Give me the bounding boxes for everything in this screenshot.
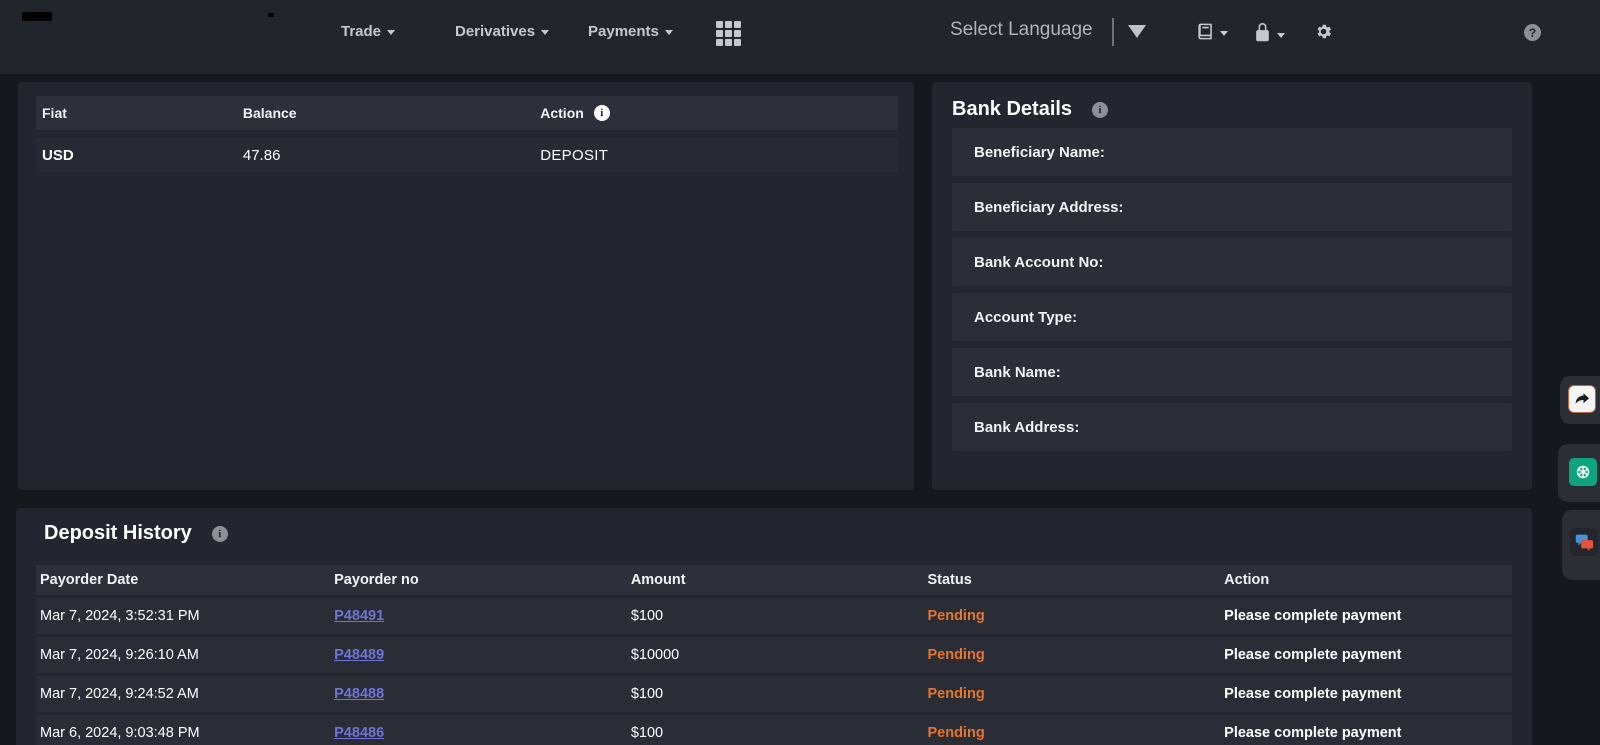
language-dropdown-icon[interactable] — [1128, 25, 1146, 38]
fiat-table-header: Fiat Balance Action i — [36, 96, 898, 130]
table-row: Mar 7, 2024, 3:52:31 PM P48491 $100 Pend… — [36, 598, 1512, 634]
amount: $10000 — [631, 647, 928, 663]
security-lock-icon[interactable] — [1253, 22, 1285, 43]
beneficiary-address-field: Beneficiary Address: — [952, 183, 1512, 231]
bank-details-info-icon[interactable]: i — [1092, 102, 1108, 118]
payorder-date: Mar 7, 2024, 3:52:31 PM — [36, 608, 334, 624]
nav-derivatives-menu[interactable]: Derivatives — [455, 23, 549, 40]
chevron-down-icon — [387, 30, 395, 35]
action-info-icon[interactable]: i — [594, 105, 610, 121]
deposit-history-panel: Deposit History i Payorder Date Payorder… — [16, 508, 1532, 745]
fiat-col-header: Fiat — [36, 105, 243, 121]
beneficiary-name-field: Beneficiary Name: — [952, 128, 1512, 176]
status-badge: Pending — [927, 686, 1224, 702]
payorder-date-col-header: Payorder Date — [36, 572, 334, 588]
action-text: Please complete payment — [1224, 647, 1512, 663]
chatgpt-icon[interactable] — [1569, 458, 1597, 486]
action-col-header: Action — [1224, 572, 1512, 588]
payorder-link[interactable]: P48488 — [334, 686, 384, 702]
payorder-date: Mar 6, 2024, 9:03:48 PM — [36, 725, 334, 741]
nav-trade-menu[interactable]: Trade — [341, 23, 395, 40]
fiat-balance-panel: Fiat Balance Action i USD 47.86 DEPOSIT — [18, 82, 914, 490]
nav-trade-label: Trade — [341, 23, 381, 40]
fiat-balance: 47.86 — [243, 147, 540, 164]
nav-payments-label: Payments — [588, 23, 659, 40]
payorder-link[interactable]: P48486 — [334, 725, 384, 741]
orders-book-icon[interactable] — [1196, 22, 1228, 41]
status-badge: Pending — [927, 725, 1224, 741]
chevron-down-icon — [541, 30, 549, 35]
table-row: Mar 6, 2024, 9:03:48 PM P48486 $100 Pend… — [36, 715, 1512, 745]
amount: $100 — [631, 725, 928, 741]
deposit-table-header: Payorder Date Payorder no Amount Status … — [36, 565, 1512, 595]
bank-details-title: Bank Details — [952, 98, 1072, 121]
balance-col-header: Balance — [243, 105, 540, 121]
table-row: USD 47.86 DEPOSIT — [36, 138, 898, 172]
bank-name-field: Bank Name: — [952, 348, 1512, 396]
status-badge: Pending — [927, 647, 1224, 663]
nav-payments-menu[interactable]: Payments — [588, 23, 673, 40]
table-row: Mar 7, 2024, 9:24:52 AM P48488 $100 Pend… — [36, 676, 1512, 712]
divider — [1112, 18, 1114, 46]
amount: $100 — [631, 686, 928, 702]
fiat-currency: USD — [36, 147, 243, 164]
payorder-link[interactable]: P48491 — [334, 608, 384, 624]
apps-grid-icon[interactable] — [716, 21, 742, 47]
share-icon[interactable] — [1568, 385, 1596, 413]
status-badge: Pending — [927, 608, 1224, 624]
action-text: Please complete payment — [1224, 686, 1512, 702]
top-nav: Trade Derivatives Payments Select Langua… — [0, 0, 1600, 74]
bank-address-field: Bank Address: — [952, 403, 1512, 451]
deposit-button[interactable]: DEPOSIT — [540, 147, 608, 164]
payorder-date: Mar 7, 2024, 9:26:10 AM — [36, 647, 334, 663]
deposit-history-info-icon[interactable]: i — [212, 526, 228, 542]
chevron-down-icon — [1277, 33, 1285, 38]
bank-details-panel: Bank Details i Beneficiary Name: Benefic… — [932, 82, 1532, 490]
bank-account-no-field: Bank Account No: — [952, 238, 1512, 286]
chevron-down-icon — [665, 30, 673, 35]
language-selector[interactable]: Select Language — [950, 19, 1093, 41]
help-icon[interactable]: ? — [1524, 24, 1541, 41]
amount: $100 — [631, 608, 928, 624]
action-text: Please complete payment — [1224, 725, 1512, 741]
payorder-link[interactable]: P48489 — [334, 647, 384, 663]
chevron-down-icon — [1220, 31, 1228, 36]
settings-gear-icon[interactable] — [1314, 22, 1333, 41]
action-col-header: Action — [540, 105, 584, 121]
payorder-date: Mar 7, 2024, 9:24:52 AM — [36, 686, 334, 702]
status-col-header: Status — [927, 572, 1224, 588]
logo — [22, 12, 52, 21]
payorder-no-col-header: Payorder no — [334, 572, 631, 588]
amount-col-header: Amount — [631, 572, 928, 588]
deposit-history-title: Deposit History — [44, 522, 192, 545]
action-text: Please complete payment — [1224, 608, 1512, 624]
table-row: Mar 7, 2024, 9:26:10 AM P48489 $10000 Pe… — [36, 637, 1512, 673]
nav-derivatives-label: Derivatives — [455, 23, 535, 40]
chat-bubbles-icon[interactable] — [1570, 528, 1598, 556]
account-type-field: Account Type: — [952, 293, 1512, 341]
logo-mark — [268, 13, 274, 17]
